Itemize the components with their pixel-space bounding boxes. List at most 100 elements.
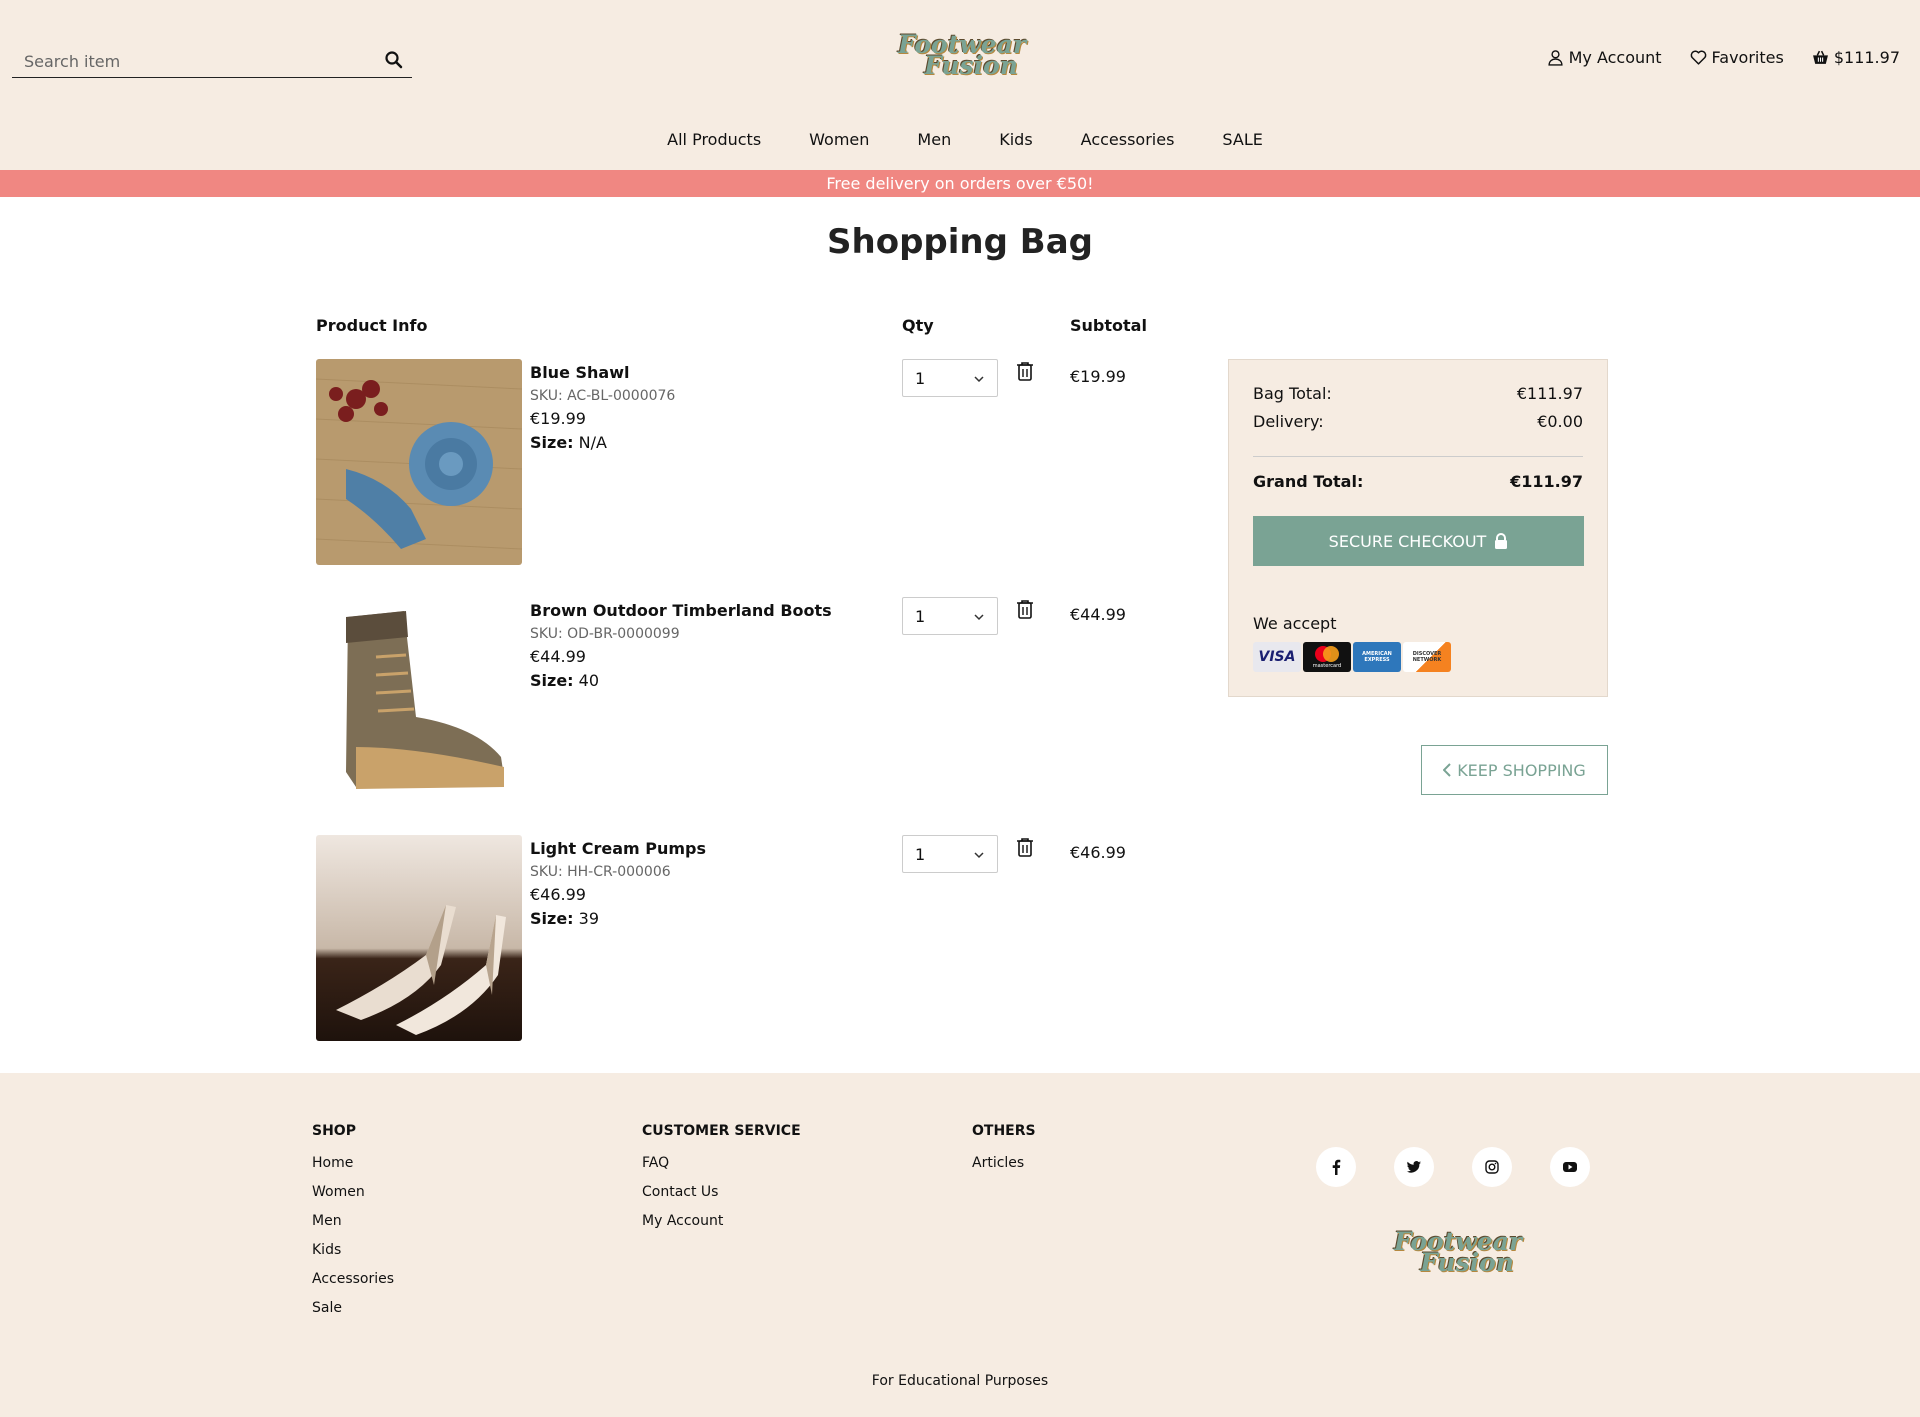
mastercard-text: mastercard: [1312, 663, 1342, 669]
discover-icon: DISCOVER NETWORK: [1403, 642, 1451, 672]
bag-item: Blue Shawl SKU: AC-BL-0000076 €19.99 Siz…: [316, 359, 1216, 565]
bag-total-label: $111.97: [1833, 48, 1900, 67]
trash-icon[interactable]: [1016, 837, 1034, 857]
footer-link-women[interactable]: Women: [312, 1178, 394, 1207]
product-price: €19.99: [530, 409, 586, 428]
product-info: Brown Outdoor Timberland Boots SKU: OD-B…: [530, 599, 832, 693]
footer-link-accessories[interactable]: Accessories: [312, 1265, 394, 1294]
product-sku: SKU: OD-BR-0000099: [530, 626, 680, 642]
keep-shopping-button[interactable]: KEEP SHOPPING: [1421, 745, 1608, 795]
footer-others-heading: OTHERS: [972, 1123, 1036, 1139]
footer-service-heading: CUSTOMER SERVICE: [642, 1123, 801, 1139]
quantity-select[interactable]: 1: [902, 597, 998, 635]
nav-all-products[interactable]: All Products: [667, 130, 761, 149]
footer-link-account[interactable]: My Account: [642, 1207, 801, 1236]
footer-link-contact[interactable]: Contact Us: [642, 1178, 801, 1207]
favorites-link[interactable]: Favorites: [1690, 48, 1784, 67]
quantity-select[interactable]: 1: [902, 835, 998, 873]
nav-men[interactable]: Men: [917, 130, 951, 149]
product-image[interactable]: [316, 597, 522, 803]
bag-link[interactable]: $111.97: [1812, 48, 1900, 67]
footer-link-kids[interactable]: Kids: [312, 1236, 394, 1265]
footer-link-sale[interactable]: Sale: [312, 1294, 394, 1323]
my-account-link[interactable]: My Account: [1547, 48, 1662, 67]
my-account-label: My Account: [1568, 48, 1662, 67]
delivery-value: €0.00: [1537, 412, 1583, 431]
size-label: Size:: [530, 671, 574, 690]
nav-accessories[interactable]: Accessories: [1081, 130, 1175, 149]
size-value: 40: [578, 671, 600, 690]
product-info: Blue Shawl SKU: AC-BL-0000076 €19.99 Siz…: [530, 361, 675, 455]
mastercard-icon: mastercard: [1303, 642, 1351, 672]
footer-logo[interactable]: Footwear Fusion: [1394, 1229, 1522, 1276]
item-subtotal: €46.99: [1070, 843, 1126, 862]
quantity-value: 1: [915, 368, 926, 388]
product-name[interactable]: Light Cream Pumps: [530, 837, 706, 861]
product-image[interactable]: [316, 835, 522, 1041]
column-header-product-info: Product Info: [316, 316, 428, 335]
lock-icon: [1495, 533, 1508, 549]
chevron-down-icon: [974, 376, 984, 383]
trash-icon[interactable]: [1016, 599, 1034, 619]
bag-item: Light Cream Pumps SKU: HH-CR-000006 €46.…: [316, 835, 1216, 1041]
twitter-icon[interactable]: [1394, 1147, 1434, 1187]
column-header-qty: Qty: [902, 316, 934, 335]
site-logo[interactable]: Footwear Fusion: [898, 32, 1026, 79]
grand-total-row: Grand Total: €111.97: [1253, 472, 1583, 491]
delivery-banner: Free delivery on orders over €50!: [0, 170, 1920, 197]
basket-icon: [1812, 50, 1828, 64]
order-summary: Bag Total: €111.97 Delivery: €0.00 Grand…: [1228, 359, 1608, 697]
product-image[interactable]: [316, 359, 522, 565]
summary-divider: [1253, 456, 1583, 457]
facebook-icon[interactable]: [1316, 1147, 1356, 1187]
site-header: Footwear Fusion My Account Favorites $11…: [0, 0, 1920, 170]
nav-sale[interactable]: SALE: [1222, 130, 1262, 149]
product-size: Size: 40: [530, 669, 832, 693]
item-subtotal: €44.99: [1070, 605, 1126, 624]
bag-total-value: €111.97: [1516, 384, 1583, 403]
checkout-label: SECURE CHECKOUT: [1328, 531, 1487, 551]
delivery-label: Delivery:: [1253, 412, 1324, 431]
search-icon[interactable]: [384, 50, 404, 70]
main-nav: All Products Women Men Kids Accessories …: [0, 130, 1920, 149]
product-name[interactable]: Blue Shawl: [530, 361, 675, 385]
chevron-down-icon: [974, 852, 984, 859]
grand-total-label: Grand Total:: [1253, 472, 1364, 491]
youtube-icon[interactable]: [1550, 1147, 1590, 1187]
instagram-icon[interactable]: [1472, 1147, 1512, 1187]
product-size: Size: 39: [530, 907, 706, 931]
search-bar: [12, 44, 412, 78]
footer-link-faq[interactable]: FAQ: [642, 1149, 801, 1178]
trash-icon[interactable]: [1016, 361, 1034, 381]
heart-icon: [1690, 50, 1706, 65]
bag-total-label: Bag Total:: [1253, 384, 1332, 403]
account-links: My Account Favorites $111.97: [1547, 48, 1900, 67]
size-label: Size:: [530, 909, 574, 928]
nav-women[interactable]: Women: [809, 130, 869, 149]
item-subtotal: €19.99: [1070, 367, 1126, 386]
footer-others-column: OTHERS Articles: [972, 1123, 1036, 1178]
quantity-select[interactable]: 1: [902, 359, 998, 397]
secure-checkout-button[interactable]: SECURE CHECKOUT: [1253, 516, 1584, 566]
chevron-down-icon: [974, 614, 984, 621]
site-footer: SHOP Home Women Men Kids Accessories Sal…: [0, 1073, 1920, 1417]
page-title: Shopping Bag: [827, 222, 1093, 262]
keep-shopping-label: KEEP SHOPPING: [1457, 760, 1586, 780]
product-name[interactable]: Brown Outdoor Timberland Boots: [530, 599, 832, 623]
size-value: 39: [578, 909, 600, 928]
product-sku: SKU: HH-CR-000006: [530, 864, 671, 880]
visa-icon: VISA: [1253, 642, 1301, 672]
footer-link-articles[interactable]: Articles: [972, 1149, 1036, 1178]
footer-service-column: CUSTOMER SERVICE FAQ Contact Us My Accou…: [642, 1123, 801, 1236]
quantity-value: 1: [915, 844, 926, 864]
nav-kids[interactable]: Kids: [999, 130, 1032, 149]
size-value: N/A: [578, 433, 607, 452]
footer-link-home[interactable]: Home: [312, 1149, 394, 1178]
footer-link-men[interactable]: Men: [312, 1207, 394, 1236]
amex-icon: AMERICAN EXPRESS: [1353, 642, 1401, 672]
footer-shop-column: SHOP Home Women Men Kids Accessories Sal…: [312, 1123, 394, 1323]
user-icon: [1548, 50, 1563, 66]
search-input[interactable]: [24, 48, 364, 74]
social-links: [1316, 1147, 1590, 1187]
quantity-value: 1: [915, 606, 926, 626]
